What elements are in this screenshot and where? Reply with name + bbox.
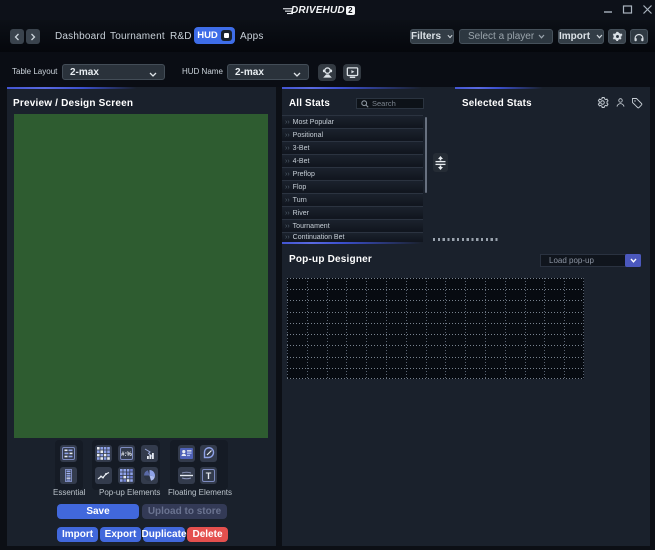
svg-text:#:%: #:% — [121, 452, 132, 458]
svg-text:T: T — [206, 471, 212, 481]
